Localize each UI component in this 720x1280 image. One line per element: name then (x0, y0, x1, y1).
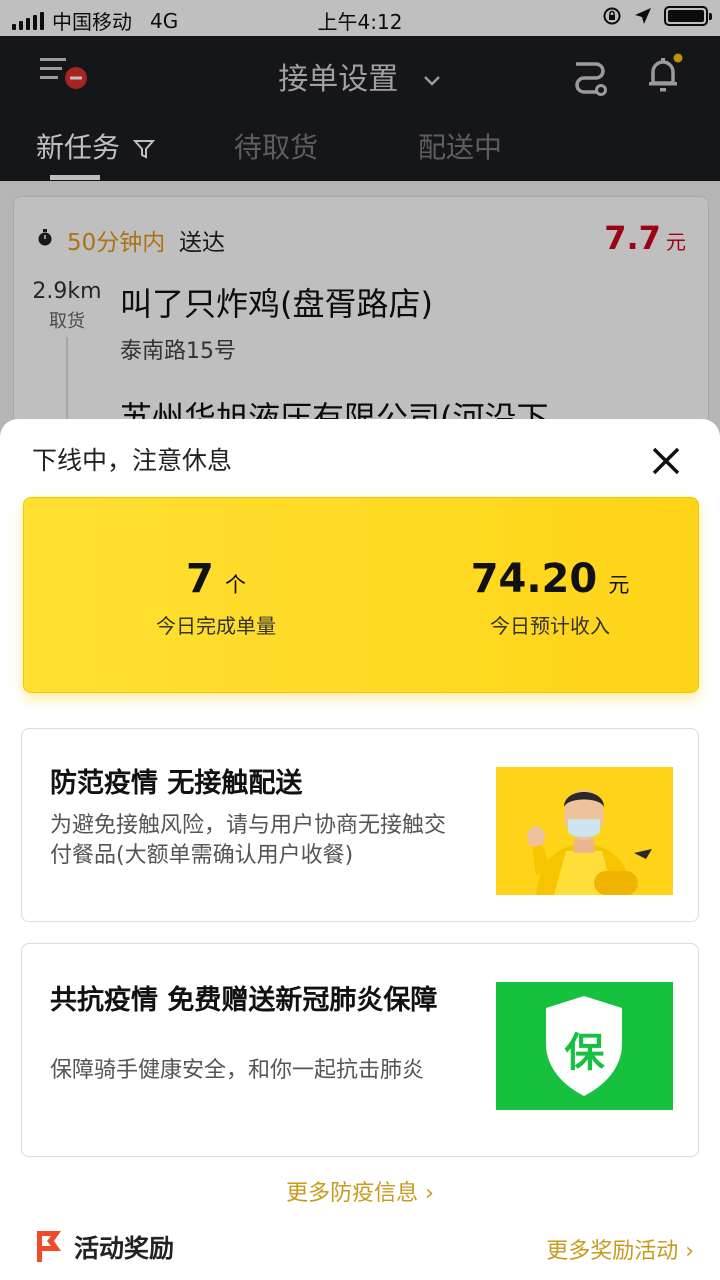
completed-orders-unit: 个 (224, 573, 246, 597)
card-description: 保障骑手健康安全，和你一起抗击肺炎 (50, 1058, 425, 1083)
insurance-badge-text: 保 (564, 1030, 605, 1076)
today-stats-card: 7 个 今日完成单量 74.20 元 今日预计收入 (23, 497, 699, 693)
offline-sheet: 下线中，注意休息 7 个 今日完成单量 74.20 元 今日预计收入 防范疫情 … (0, 419, 720, 1280)
estimated-income-stat: 74.20 元 今日预计收入 (420, 556, 680, 639)
completed-orders-value: 7 (186, 556, 214, 602)
estimated-income-unit: 元 (608, 573, 630, 597)
card-title: 防范疫情 无接触配送 (50, 768, 303, 799)
estimated-income-label: 今日预计收入 (490, 614, 610, 638)
insurance-shield-image: 保 (496, 982, 673, 1110)
contactless-delivery-card[interactable]: 防范疫情 无接触配送 为避免接触风险，请与用户协商无接触交付餐品(大额单需确认用… (21, 728, 699, 922)
completed-orders-label: 今日完成单量 (156, 614, 276, 638)
more-epidemic-info-link[interactable]: 更多防疫信息 › (0, 1175, 720, 1207)
more-reward-activities-link[interactable]: 更多奖励活动 › (546, 1233, 694, 1265)
completed-orders-stat: 7 个 今日完成单量 (86, 556, 346, 639)
close-icon[interactable] (646, 441, 686, 481)
activity-rewards-title: 活动奖励 (74, 1234, 175, 1263)
card-description: 为避免接触风险，请与用户协商无接触交付餐品(大额单需确认用户收餐) (50, 813, 447, 868)
flag-icon (37, 1231, 61, 1262)
card-title: 共抗疫情 免费赠送新冠肺炎保障 (50, 985, 438, 1016)
insurance-card[interactable]: 共抗疫情 免费赠送新冠肺炎保障 保障骑手健康安全，和你一起抗击肺炎 保 (21, 943, 699, 1157)
estimated-income-value: 74.20 (470, 556, 598, 602)
sheet-title: 下线中，注意休息 (32, 446, 233, 475)
rider-with-mask-image (496, 767, 673, 895)
activity-rewards-row: 活动奖励 更多奖励活动 › (0, 1225, 720, 1275)
